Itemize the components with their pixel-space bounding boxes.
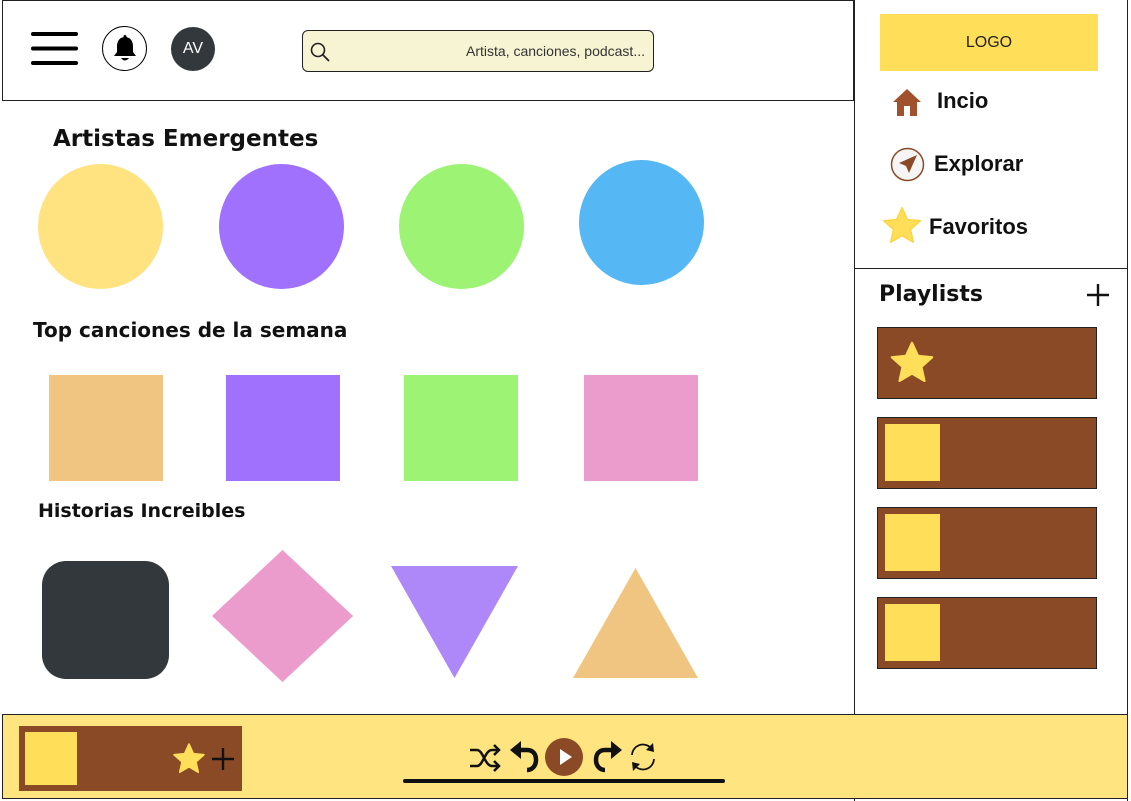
playlist-cover [885,424,940,481]
section-title-top-canciones: Top canciones de la semana [33,318,348,342]
player-bar [2,714,1128,799]
artist-card[interactable] [579,160,704,285]
story-card[interactable] [391,566,518,678]
artist-card[interactable] [399,164,524,289]
search-input[interactable] [337,31,649,71]
search-bar[interactable] [302,30,654,72]
now-playing-cover [25,732,77,785]
next-icon[interactable] [592,741,622,773]
playlist-cover [885,514,940,571]
notifications-button[interactable] [102,26,147,71]
playlists-title: Playlists [879,282,983,307]
hamburger-menu-icon[interactable] [31,31,78,66]
compass-icon [890,147,925,182]
search-icon [310,42,330,62]
section-title-artistas: Artistas Emergentes [53,126,319,152]
play-icon [560,749,572,765]
play-button[interactable] [545,738,583,776]
home-icon [893,89,921,116]
sidebar: LOGO Incio Explorar Favoritos Playlists [854,0,1128,801]
repeat-icon[interactable] [627,741,659,773]
shuffle-icon[interactable] [468,743,502,773]
song-card[interactable] [584,375,698,481]
now-playing-card[interactable] [19,726,242,791]
star-icon [890,341,934,382]
song-card[interactable] [226,375,340,481]
song-card[interactable] [404,375,518,481]
playlist-item[interactable] [877,507,1097,579]
playlist-item-favorites[interactable] [877,327,1097,399]
song-card[interactable] [49,375,163,481]
plus-icon[interactable] [210,746,236,772]
avatar-initials: AV [182,40,204,57]
story-card[interactable] [573,568,698,678]
playlist-item[interactable] [877,417,1097,489]
sidebar-item-explorar[interactable]: Explorar [855,140,1127,190]
user-avatar[interactable]: AV [171,27,215,71]
sidebar-item-favoritos[interactable]: Favoritos [855,202,1127,252]
sidebar-item-label: Favoritos [929,214,1029,239]
sidebar-item-label: Explorar [934,151,1024,176]
section-title-historias: Historias Increibles [38,500,246,522]
sidebar-divider [855,268,1127,269]
star-icon[interactable] [172,742,206,776]
bell-icon [113,34,136,60]
sidebar-item-label: Incio [937,88,989,113]
story-card[interactable] [211,549,354,683]
progress-bar[interactable] [403,779,725,783]
playlist-cover [885,604,940,661]
logo[interactable]: LOGO [880,14,1098,71]
artist-card[interactable] [219,164,344,289]
story-card[interactable] [42,561,169,679]
top-header: AV [2,0,854,101]
playlist-item[interactable] [877,597,1097,669]
previous-icon[interactable] [510,741,540,773]
plus-icon[interactable] [1085,282,1111,308]
artist-card[interactable] [38,164,163,289]
sidebar-item-inicio[interactable]: Incio [855,76,1127,126]
logo-text: LOGO [965,33,1013,51]
star-icon [882,206,922,243]
